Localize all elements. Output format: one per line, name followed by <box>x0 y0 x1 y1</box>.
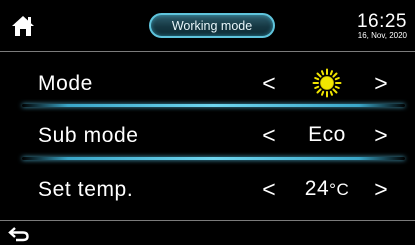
set-temp-unit: °C <box>329 180 350 199</box>
mode-label: Mode <box>38 72 93 95</box>
clock-time: 16:25 <box>356 11 407 32</box>
set-temp-decrease-button[interactable]: < <box>258 176 280 203</box>
set-temp-number: 24 <box>304 177 330 200</box>
row-separator <box>22 104 405 107</box>
clock: 16:25 16, Nov, 2020 <box>357 12 407 41</box>
working-mode-title[interactable]: Working mode <box>149 13 275 38</box>
mode-row: Mode < > <box>0 62 415 106</box>
hvac-screen: Working mode 16:25 16, Nov, 2020 Mode < <box>0 0 415 245</box>
set-temp-label: Set temp. <box>38 178 134 201</box>
sub-mode-next-button[interactable]: > <box>370 122 392 149</box>
sub-mode-value: Eco <box>308 123 346 146</box>
header-divider <box>0 51 415 52</box>
footer-divider <box>0 220 415 221</box>
set-temp-value: 24°C <box>288 177 366 201</box>
back-button[interactable] <box>8 226 30 242</box>
home-button[interactable] <box>10 14 36 38</box>
mode-prev-button[interactable]: < <box>258 70 280 97</box>
sub-mode-label: Sub mode <box>38 124 139 147</box>
sub-mode-prev-button[interactable]: < <box>258 122 280 149</box>
sub-mode-row: Sub mode < Eco > <box>0 114 415 158</box>
back-arrow-icon <box>8 227 29 242</box>
mode-next-button[interactable]: > <box>370 70 392 97</box>
set-temp-increase-button[interactable]: > <box>370 176 392 203</box>
row-separator <box>22 157 405 160</box>
sun-icon <box>312 68 342 98</box>
home-icon <box>12 16 34 36</box>
header-bar: Working mode 16:25 16, Nov, 2020 <box>0 0 415 52</box>
set-temp-row: Set temp. < 24°C > <box>0 168 415 212</box>
clock-date: 16, Nov, 2020 <box>357 31 407 40</box>
